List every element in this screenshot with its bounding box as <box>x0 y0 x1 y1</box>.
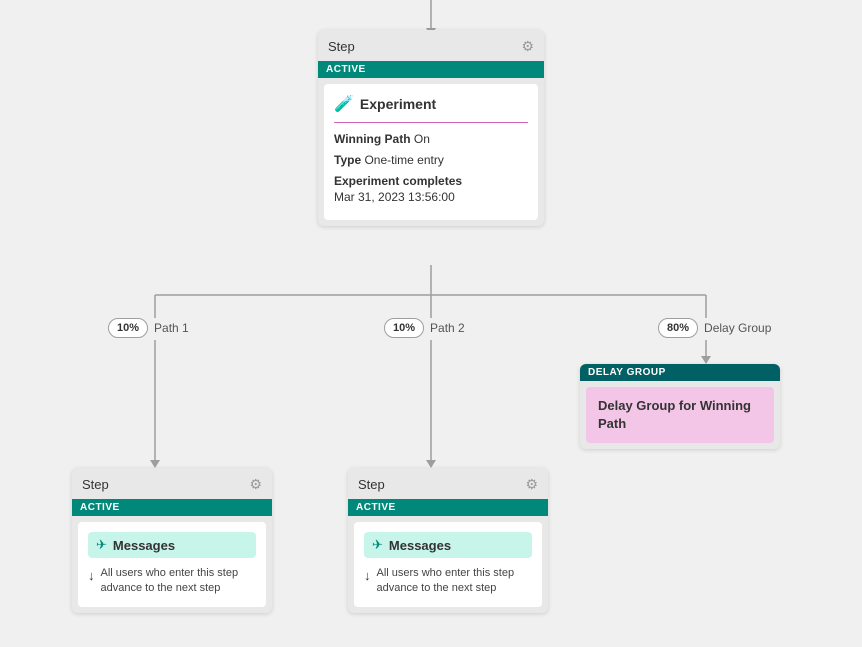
top-step-title: Step <box>328 39 355 54</box>
right-step-content: ✈ Messages ↓ All users who enter this st… <box>354 522 542 607</box>
experiment-header: 🧪 Experiment <box>334 94 528 123</box>
left-gear-icon[interactable]: ⚙ <box>249 476 262 493</box>
top-step-card: Step ⚙ ACTIVE 🧪 Experiment Winning Path … <box>318 30 544 226</box>
top-gear-icon[interactable]: ⚙ <box>521 38 534 55</box>
right-down-arrow-icon: ↓ <box>364 567 371 585</box>
left-step-header: Step ⚙ <box>72 468 272 499</box>
left-messages-header: ✈ Messages <box>88 532 256 558</box>
right-step-header: Step ⚙ <box>348 468 548 499</box>
completes-value: Mar 31, 2023 13:56:00 <box>334 190 455 204</box>
left-messages-title: Messages <box>113 538 175 553</box>
path2-name: Path 2 <box>430 321 465 335</box>
canvas: Step ⚙ ACTIVE 🧪 Experiment Winning Path … <box>0 0 862 647</box>
delay-group-label: 80% Delay Group <box>658 318 771 338</box>
completes-row: Experiment completes Mar 31, 2023 13:56:… <box>334 173 528 207</box>
right-send-icon: ✈ <box>372 537 383 553</box>
left-advance-row: ↓ All users who enter this step advance … <box>88 566 256 597</box>
path1-name: Path 1 <box>154 321 189 335</box>
right-gear-icon[interactable]: ⚙ <box>525 476 538 493</box>
delay-badge: DELAY GROUP <box>580 364 780 381</box>
winning-path-row: Winning Path On <box>334 131 528 148</box>
delay-percent: 80% <box>658 318 698 338</box>
top-active-badge: ACTIVE <box>318 61 544 78</box>
path2-percent: 10% <box>384 318 424 338</box>
top-step-header: Step ⚙ <box>318 30 544 61</box>
flask-icon: 🧪 <box>334 94 354 114</box>
type-value: One-time entry <box>364 153 443 167</box>
delay-content: Delay Group for Winning Path <box>586 387 774 443</box>
path2-label: 10% Path 2 <box>384 318 465 338</box>
right-step-card: Step ⚙ ACTIVE ✈ Messages ↓ All users who… <box>348 468 548 613</box>
left-step-title: Step <box>82 477 109 492</box>
right-advance-text: All users who enter this step advance to… <box>377 566 533 597</box>
left-step-card: Step ⚙ ACTIVE ✈ Messages ↓ All users who… <box>72 468 272 613</box>
right-active-badge: ACTIVE <box>348 499 548 516</box>
right-messages-title: Messages <box>389 538 451 553</box>
winning-path-value: On <box>414 132 430 146</box>
right-messages-header: ✈ Messages <box>364 532 532 558</box>
left-step-content: ✈ Messages ↓ All users who enter this st… <box>78 522 266 607</box>
path1-percent: 10% <box>108 318 148 338</box>
top-step-content: 🧪 Experiment Winning Path On Type One-ti… <box>324 84 538 220</box>
delay-group-card: DELAY GROUP Delay Group for Winning Path <box>580 364 780 449</box>
left-send-icon: ✈ <box>96 537 107 553</box>
left-down-arrow-icon: ↓ <box>88 567 95 585</box>
right-step-title: Step <box>358 477 385 492</box>
path1-label: 10% Path 1 <box>108 318 189 338</box>
delay-name: Delay Group <box>704 321 771 335</box>
experiment-title: Experiment <box>360 96 436 112</box>
right-advance-row: ↓ All users who enter this step advance … <box>364 566 532 597</box>
left-active-badge: ACTIVE <box>72 499 272 516</box>
left-advance-text: All users who enter this step advance to… <box>101 566 257 597</box>
type-row: Type One-time entry <box>334 152 528 169</box>
